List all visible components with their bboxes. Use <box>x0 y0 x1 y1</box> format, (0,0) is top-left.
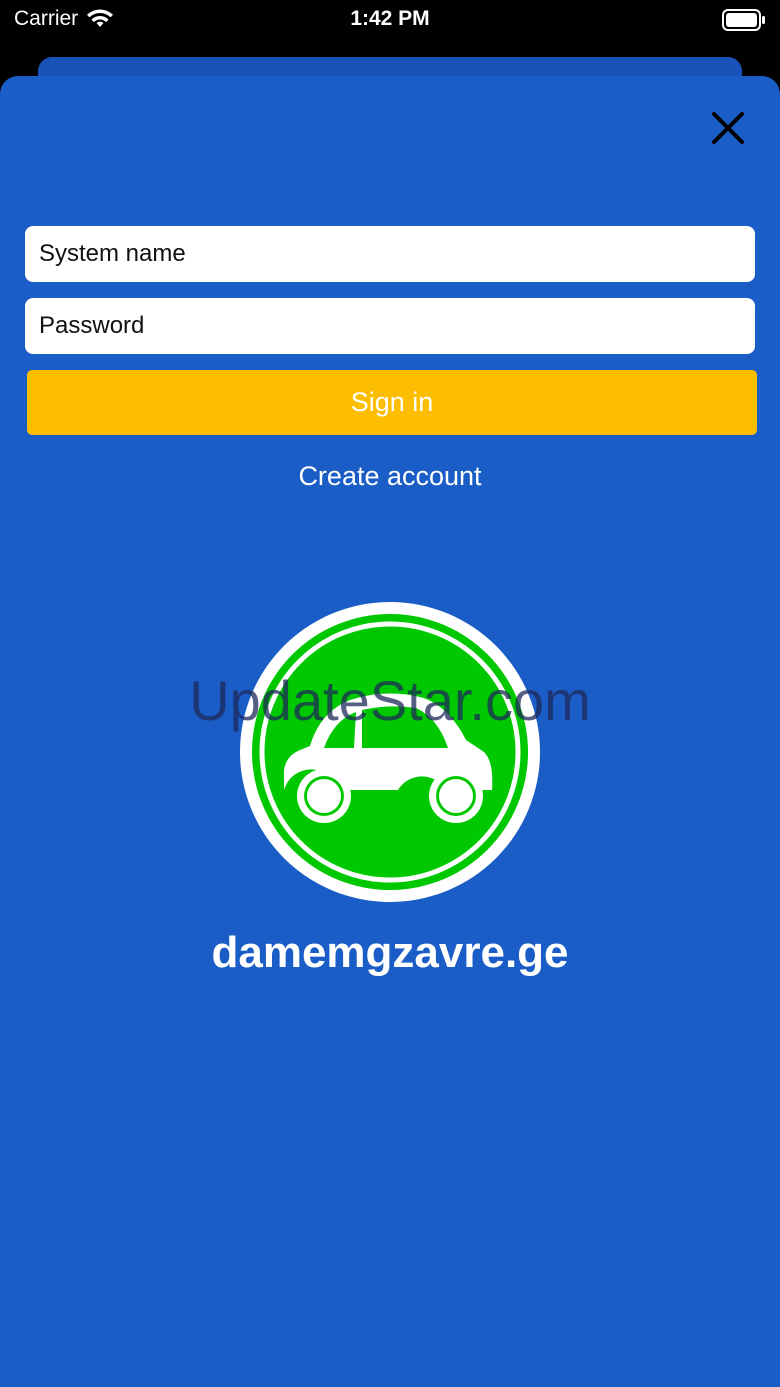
brand-name: damemgzavre.ge <box>211 928 569 977</box>
password-placeholder: Password <box>39 312 145 339</box>
car-logo-icon <box>240 602 540 902</box>
login-sheet: System name Password Sign in Create acco… <box>0 76 780 1387</box>
system-name-placeholder: System name <box>39 240 186 267</box>
system-name-input[interactable]: System name <box>25 226 755 282</box>
status-time: 1:42 PM <box>350 7 430 30</box>
sign-in-label: Sign in <box>350 387 434 417</box>
sign-in-button[interactable]: Sign in <box>27 370 757 435</box>
create-account-link[interactable]: Create account <box>0 461 780 492</box>
battery-icon <box>722 9 765 31</box>
password-input[interactable]: Password <box>25 298 755 354</box>
status-bar: Carrier 1:42 PM <box>0 0 780 44</box>
close-icon[interactable] <box>710 110 746 146</box>
